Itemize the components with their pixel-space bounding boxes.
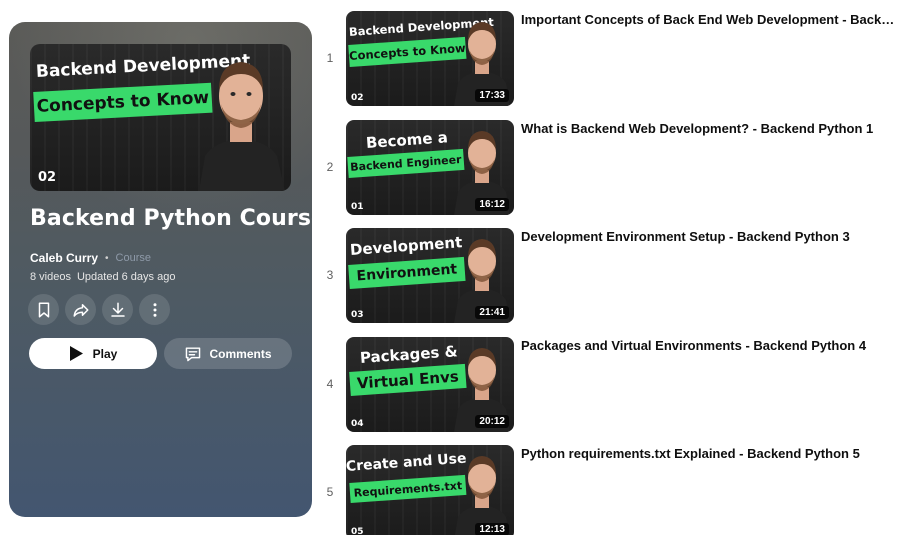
playlist-header-panel: Backend Development Concepts to Know 02 … [9, 22, 312, 517]
video-thumbnail[interactable]: Backend Development Concepts to Know 02 … [346, 11, 514, 106]
video-index: 3 [326, 268, 334, 282]
play-all-button[interactable]: Play [29, 338, 157, 369]
video-thumbnail[interactable]: Development Environment 03 21:41 [346, 228, 514, 323]
comments-label: Comments [209, 346, 272, 361]
playlist-meta: 8 videos Updated 6 days ago [30, 271, 175, 283]
comment-icon [186, 346, 201, 361]
playlist-video-item[interactable]: 5 Create and Use Requirements.txt 05 12:… [322, 445, 900, 535]
video-index: 1 [326, 51, 334, 65]
presenter-avatar-icon [199, 62, 285, 191]
thumb-episode: 02 [351, 93, 364, 103]
video-duration: 21:41 [475, 306, 509, 319]
playlist-video-item[interactable]: 2 Become a Backend Engineer 01 16:12 Wha… [322, 120, 900, 215]
presenter-avatar-icon [454, 456, 510, 535]
play-icon [69, 346, 83, 361]
owner-separator: • [105, 252, 109, 264]
playlist-type-label: Course [115, 252, 152, 264]
video-title[interactable]: Python requirements.txt Explained - Back… [521, 446, 895, 461]
video-thumbnail[interactable]: Packages & Virtual Envs 04 20:12 [346, 337, 514, 432]
playlist-hero-thumbnail[interactable]: Backend Development Concepts to Know 02 [30, 44, 291, 191]
comments-button[interactable]: Comments [164, 338, 292, 369]
save-button[interactable] [28, 294, 59, 325]
thumb-episode: 05 [351, 527, 364, 535]
video-thumbnail[interactable]: Become a Backend Engineer 01 16:12 [346, 120, 514, 215]
channel-name-link[interactable]: Caleb Curry [30, 251, 98, 265]
playlist-owner-row: Caleb Curry • Course [30, 251, 151, 265]
play-label: Play [92, 346, 118, 361]
video-thumbnail[interactable]: Create and Use Requirements.txt 05 12:13 [346, 445, 514, 535]
share-button[interactable] [65, 294, 96, 325]
more-vert-icon [153, 302, 156, 317]
playlist-actions [28, 294, 170, 325]
hero-thumb-episode: 02 [38, 170, 57, 185]
video-title[interactable]: Development Environment Setup - Backend … [521, 229, 895, 244]
playlist-video-item[interactable]: 4 Packages & Virtual Envs 04 20:12 Packa… [322, 337, 900, 432]
video-duration: 16:12 [475, 198, 509, 211]
share-icon [73, 303, 88, 317]
video-title[interactable]: Important Concepts of Back End Web Devel… [521, 12, 895, 27]
video-duration: 17:33 [475, 89, 509, 102]
updated-label: Updated 6 days ago [76, 271, 176, 283]
playlist-video-item[interactable]: 3 Development Environment 03 21:41 Devel… [322, 228, 900, 323]
playlist-video-item[interactable]: 1 Backend Development Concepts to Know 0… [322, 11, 900, 106]
thumb-episode: 04 [351, 419, 364, 429]
video-title[interactable]: What is Backend Web Development? - Backe… [521, 121, 895, 136]
thumb-episode: 03 [351, 310, 364, 320]
bookmark-icon [38, 302, 49, 317]
download-icon [110, 302, 125, 317]
video-index: 2 [326, 160, 334, 174]
video-duration: 20:12 [475, 415, 509, 428]
video-duration: 12:13 [475, 523, 509, 535]
download-button[interactable] [102, 294, 133, 325]
thumb-episode: 01 [351, 202, 364, 212]
video-count: 8 videos [30, 271, 71, 283]
video-title[interactable]: Packages and Virtual Environments - Back… [521, 338, 895, 353]
video-index: 4 [326, 377, 334, 391]
playlist-title: Backend Python Course [30, 206, 312, 231]
video-index: 5 [326, 485, 334, 499]
more-actions-button[interactable] [139, 294, 170, 325]
